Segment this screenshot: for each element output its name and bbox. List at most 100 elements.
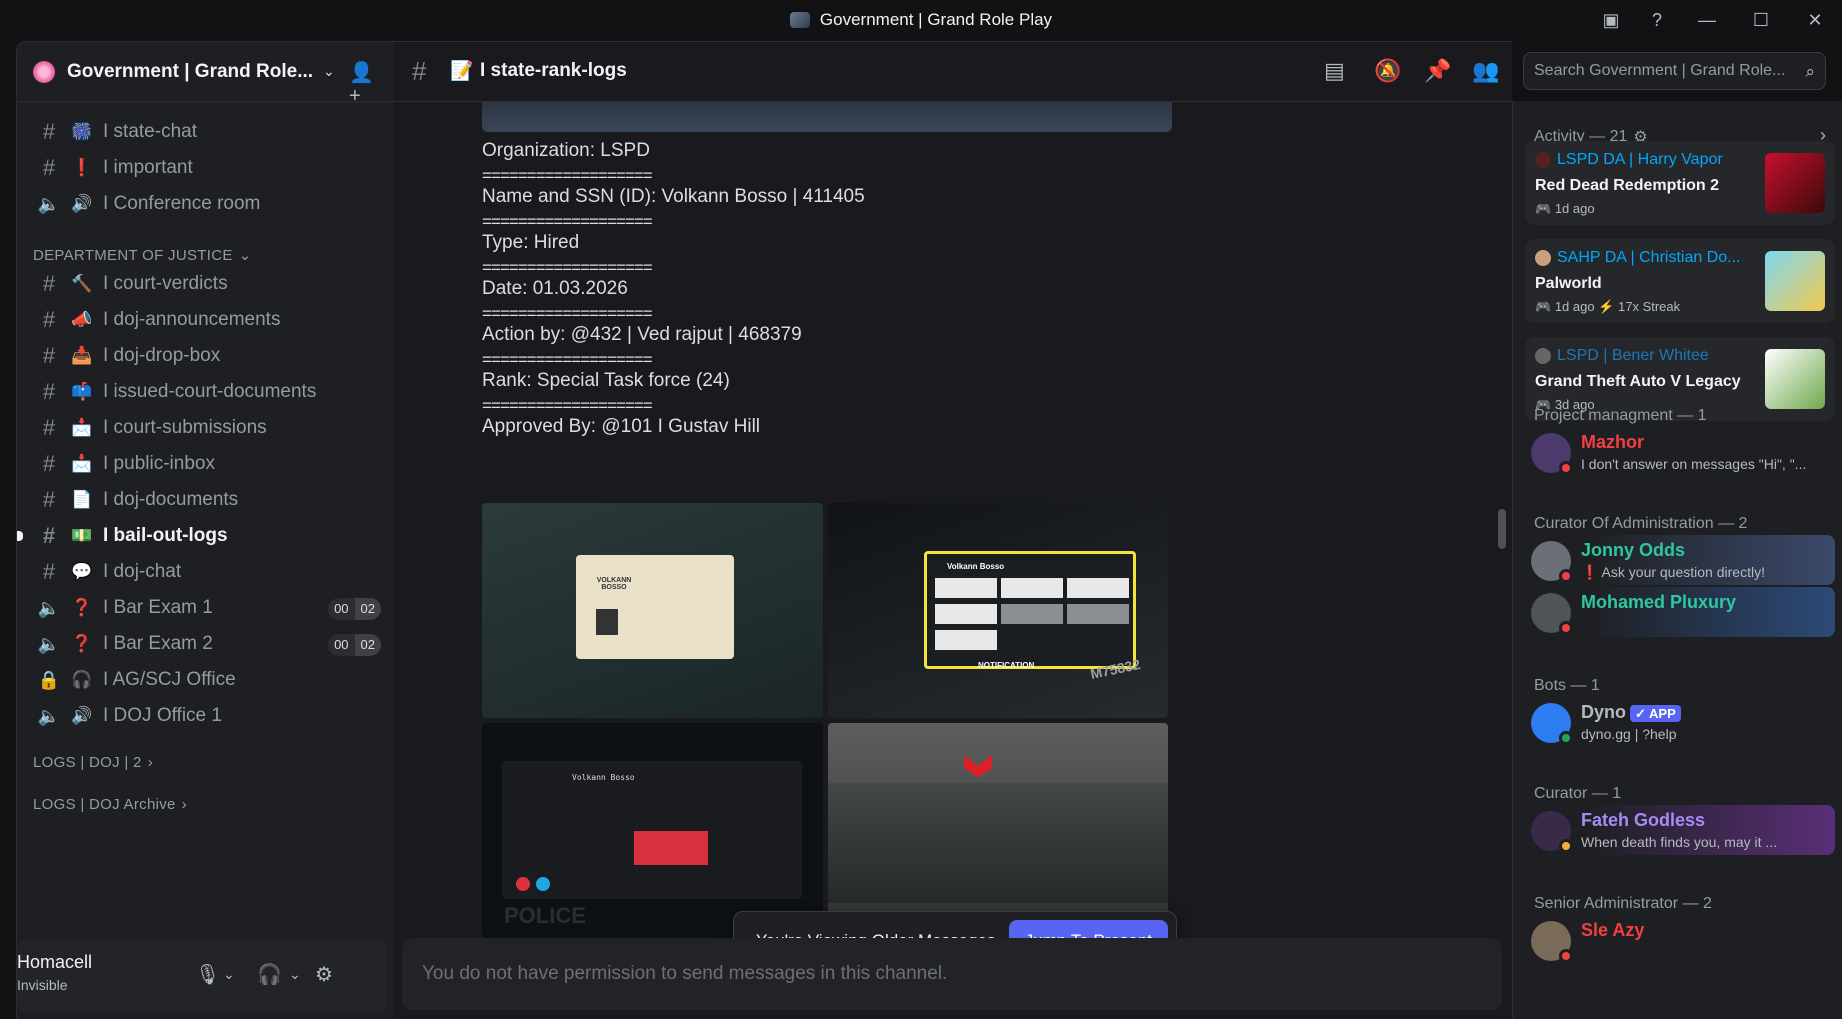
channel-item[interactable]: 🔈 🔊 I Conference room [29, 186, 389, 222]
close-icon[interactable]: ✕ [1788, 0, 1842, 40]
channel-item[interactable]: # 📫 I issued-court-documents [29, 374, 389, 410]
channel-item[interactable]: 🔈 🔊 I DOJ Office 1 [29, 698, 389, 734]
window-controls: ▣ ? — ☐ ✕ [1588, 0, 1842, 40]
speaker-icon: 🔈 [37, 597, 61, 618]
message-list: Organization: LSPD =================== Nam… [394, 102, 1512, 982]
channel-item[interactable]: 🔒 🎧 I AG/SCJ Office [29, 662, 389, 698]
channel-emoji: ❓ [71, 598, 93, 617]
activity-card[interactable]: SAHP DA | Christian Do... Palworld 🎮 1d ag… [1525, 239, 1835, 323]
member-list: Activity — 21 ⚙ › LSPD DA | Harry Vapor R… [1512, 101, 1842, 1019]
search-placeholder: Search Government | Grand Role... [1534, 62, 1786, 79]
channel-emoji: 📫 [71, 382, 93, 401]
settings-gear-icon[interactable]: ⚙ [315, 962, 333, 987]
minimize-icon[interactable]: — [1680, 0, 1734, 40]
channel-emoji: 📥 [71, 346, 93, 365]
chevron-down-icon: ⌄ [323, 63, 335, 79]
status-indicator [1559, 949, 1573, 963]
channel-label: I AG/SCJ Office [103, 669, 236, 690]
audio-chevron-icon[interactable]: ⌄ [289, 966, 301, 983]
inbox-icon[interactable]: ▣ [1588, 0, 1634, 40]
channel-item[interactable]: # 📩 I public-inbox [29, 446, 389, 482]
channel-name: I state-rank-logs [480, 60, 627, 81]
message-line: Rank: Special Task force (24) [482, 370, 730, 391]
hash-icon: # [412, 56, 427, 86]
channel-item[interactable]: # ❗ I important [29, 150, 389, 186]
activity-user[interactable]: LSPD DA | Harry Vapor [1535, 151, 1723, 169]
pin-icon[interactable]: 📌 [1424, 58, 1451, 84]
chevron-down-icon: ⌄ [238, 247, 252, 264]
member-list-icon[interactable]: 👥 [1472, 58, 1499, 84]
member-item[interactable]: Sle Azy [1525, 915, 1835, 965]
channel-item[interactable]: # 📩 I court-submissions [29, 410, 389, 446]
member-name-text: Jonny Odds [1581, 540, 1686, 560]
member-name: Mohamed Pluxury [1581, 592, 1736, 613]
channel-label: I doj-announcements [103, 309, 281, 330]
channel-item[interactable]: # 📣 I doj-announcements [29, 302, 389, 338]
microphone-icon[interactable]: 🎙 [195, 962, 220, 987]
channel-item[interactable]: # 🎆 I state-chat [29, 114, 389, 150]
channel-item[interactable]: # 💬 I doj-chat [29, 554, 389, 590]
maximize-icon[interactable]: ☐ [1734, 0, 1788, 40]
badge-value: 00 [328, 634, 355, 656]
hash-icon: # [42, 343, 56, 368]
member-group-title: Senior Administrator — 2 [1534, 895, 1712, 912]
attachment-image-passport[interactable]: VOLKANN BOSSO [482, 503, 823, 718]
message-separator: =================== [482, 304, 653, 323]
hash-icon: # [42, 415, 56, 440]
help-icon[interactable]: ? [1634, 0, 1680, 40]
channel-emoji: 📝 [450, 61, 474, 82]
passport-name-text: VOLKANN BOSSO [596, 577, 632, 591]
channel-item[interactable]: # 💵 I bail-out-logs [17, 518, 389, 554]
activity-time: 🎮 1d ago ⚡ 17x Streak [1535, 299, 1680, 315]
threads-icon[interactable]: ▤ [1324, 58, 1345, 84]
attachment-image-room[interactable] [828, 723, 1168, 938]
notification-bell-muted-icon[interactable]: 🔕 [1374, 58, 1401, 84]
channel-category[interactable]: DEPARTMENT OF JUSTICE ⌄ [33, 246, 252, 265]
member-status: dyno.gg | ?help [1581, 726, 1677, 742]
message-line: Action by: @432 | Ved rajput | 468379 [482, 324, 802, 345]
activity-user[interactable]: SAHP DA | Christian Do... [1535, 249, 1740, 267]
channel-item[interactable]: # 🔨 I court-verdicts [29, 266, 389, 302]
license-card: Volkann Bosso [924, 551, 1136, 669]
embed-image-top [482, 102, 1172, 132]
member-item[interactable]: Mazhor I don't answer on messages "Hi", "… [1525, 427, 1835, 477]
member-item[interactable]: Fateh Godless When death finds you, may i… [1525, 805, 1835, 855]
hash-icon: # [42, 271, 56, 296]
terminal-window: Volkann Bosso [502, 761, 802, 899]
guild-header[interactable]: Government | Grand Role... ⌄ 👤+ [17, 42, 395, 107]
channel-item[interactable]: # 📥 I doj-drop-box [29, 338, 389, 374]
badge-value: 02 [354, 598, 381, 620]
activity-card[interactable]: LSPD DA | Harry Vapor Red Dead Redemption… [1525, 141, 1835, 225]
guild-name: Government | Grand Role... [67, 60, 314, 82]
member-item[interactable]: Dyno ✓ APP dyno.gg | ?help [1525, 697, 1835, 747]
member-item[interactable]: Jonny Odds ❗ Ask your question directly! [1525, 535, 1835, 585]
search-input[interactable]: Search Government | Grand Role... ⌕ [1523, 52, 1826, 90]
message-separator: =================== [482, 350, 653, 369]
attachment-image-terminal[interactable]: Volkann Bosso POLICE [482, 723, 823, 938]
headphones-icon[interactable]: 🎧 [257, 962, 282, 987]
channel-item[interactable]: # 📄 I doj-documents [29, 482, 389, 518]
channel-category[interactable]: LOGS | DOJ | 2 › [33, 754, 153, 771]
channel-item[interactable]: 🔈 ❓ I Bar Exam 2 00 02 [29, 626, 389, 662]
activity-user[interactable]: LSPD | Bener Whitee [1535, 347, 1709, 365]
hash-icon: # [42, 379, 56, 404]
message-line: Approved By: @101 I Gustav Hill [482, 416, 761, 437]
username[interactable]: Homacell [17, 952, 92, 973]
activity-game: Palworld [1535, 275, 1602, 292]
channel-label: I court-verdicts [103, 273, 228, 294]
member-name-text: Dyno [1581, 702, 1626, 722]
channel-emoji: 💵 [71, 526, 93, 545]
channel-emoji: ❗ [71, 158, 93, 177]
channel-label: I public-inbox [103, 453, 215, 474]
add-member-icon[interactable]: 👤+ [349, 60, 374, 107]
mic-chevron-icon[interactable]: ⌄ [223, 966, 235, 983]
status-indicator [1559, 569, 1573, 583]
channel-item[interactable]: 🔈 ❓ I Bar Exam 1 00 02 [29, 590, 389, 626]
member-status: I don't answer on messages "Hi", "... [1581, 456, 1807, 472]
search-icon: ⌕ [1805, 62, 1815, 81]
channel-category[interactable]: LOGS | DOJ Archive › [33, 796, 187, 813]
voice-user-count-badge: 00 02 [328, 598, 381, 620]
attachment-image-license[interactable]: Volkann Bosso NOTIFICATION M75832 [828, 503, 1168, 718]
member-item[interactable]: Mohamed Pluxury [1525, 587, 1835, 637]
scrollbar-thumb[interactable] [1498, 509, 1506, 549]
